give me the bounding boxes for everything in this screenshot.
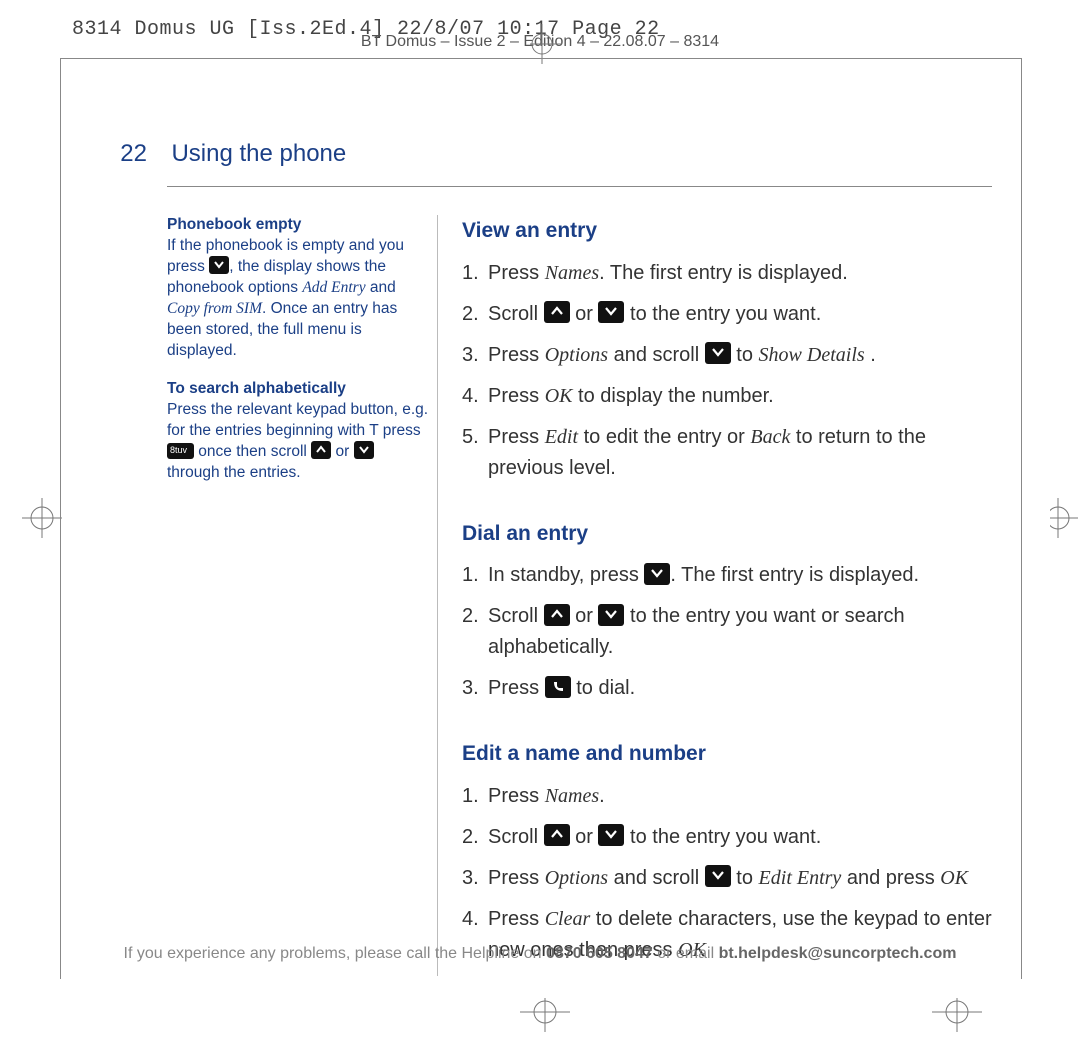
step: 4.Press OK to display the number. [462, 381, 992, 412]
down-key-icon [598, 301, 624, 323]
page-number: 22 [92, 140, 167, 168]
up-key-icon [544, 824, 570, 846]
keypad-8-icon: 8tuv [167, 443, 194, 459]
footer: If you experience any problems, please c… [0, 945, 1080, 963]
registration-mark-icon [932, 998, 982, 1034]
step: 1.Press Names. The first entry is displa… [462, 258, 992, 289]
registration-mark-icon [520, 998, 570, 1034]
step: 3.Press Options and scroll to Edit Entry… [462, 863, 992, 894]
down-key-icon [354, 441, 374, 459]
step: 3.Press Options and scroll to Show Detai… [462, 340, 992, 371]
up-key-icon [544, 604, 570, 626]
section-title: Using the phone [171, 140, 346, 168]
step: 3.Press to dial. [462, 673, 992, 704]
step: 2.Scroll or to the entry you want. [462, 822, 992, 853]
divider [167, 186, 992, 187]
page: 8314 Domus UG [Iss.2Ed.4] 22/8/07 10:17 … [0, 0, 1080, 1037]
step: 2.Scroll or to the entry you want or sea… [462, 601, 992, 663]
down-key-icon [598, 824, 624, 846]
sidebar-text: Press the relevant keypad button, e.g. f… [167, 400, 429, 484]
up-key-icon [311, 441, 331, 459]
subsection-heading: Edit a name and number [462, 738, 992, 771]
step: 1.Press Names. [462, 781, 992, 812]
sidebar-text: If the phonebook is empty and you press … [167, 236, 429, 362]
sidebar: Phonebook empty If the phonebook is empt… [167, 215, 429, 976]
step: 5.Press Edit to edit the entry or Back t… [462, 422, 992, 484]
down-key-icon [705, 865, 731, 887]
call-key-icon [545, 676, 571, 698]
sidebar-heading: Phonebook empty [167, 215, 429, 236]
registration-mark-icon [22, 498, 62, 538]
down-key-icon [705, 342, 731, 364]
subsection-heading: View an entry [462, 215, 992, 248]
column-divider [437, 215, 438, 976]
registration-mark-icon [1050, 498, 1080, 538]
up-key-icon [544, 301, 570, 323]
helpline-email: bt.helpdesk@suncorptech.com [719, 945, 957, 962]
down-key-icon [644, 563, 670, 585]
main-column: View an entry 1.Press Names. The first e… [462, 215, 992, 976]
step: 1.In standby, press . The first entry is… [462, 560, 992, 591]
sidebar-heading: To search alphabetically [167, 379, 429, 400]
helpline-phone: 0870 605 8047 [546, 945, 653, 962]
subsection-heading: Dial an entry [462, 518, 992, 551]
step: 2.Scroll or to the entry you want. [462, 299, 992, 330]
down-key-icon [598, 604, 624, 626]
content: 22 Using the phone Phonebook empty If th… [92, 140, 992, 976]
down-key-icon [209, 256, 229, 274]
